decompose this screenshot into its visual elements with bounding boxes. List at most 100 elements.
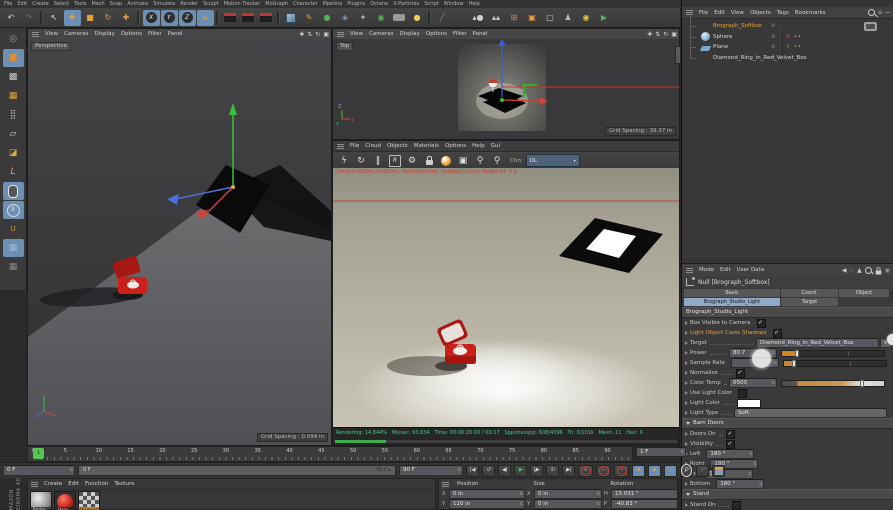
panel-menu-icon[interactable] bbox=[31, 481, 38, 487]
layer-dots[interactable]: •• bbox=[794, 34, 802, 40]
visibility-toggles[interactable]: ⊘ : bbox=[771, 23, 781, 29]
reset-render-icon[interactable]: R bbox=[387, 153, 403, 168]
lock-resolution-icon[interactable] bbox=[421, 153, 437, 168]
axis-origin[interactable] bbox=[231, 185, 235, 189]
visibility-checkbox[interactable] bbox=[726, 439, 735, 449]
workplane-mode-icon[interactable]: ▦ bbox=[3, 87, 24, 105]
search-icon[interactable] bbox=[868, 9, 876, 16]
add-spline-icon[interactable]: ✦ bbox=[355, 10, 372, 26]
expand-icon[interactable] bbox=[685, 391, 688, 395]
home-icon[interactable]: ⌂ bbox=[878, 9, 882, 16]
object-manager-menu-item[interactable]: Bookmarks bbox=[795, 10, 826, 16]
material-menu-item[interactable]: Texture bbox=[114, 481, 134, 487]
viewport-menu-item[interactable]: Cameras bbox=[64, 31, 88, 37]
play-backwards-button[interactable]: ↺ bbox=[482, 464, 495, 477]
menu-item[interactable]: Mesh bbox=[91, 1, 104, 7]
character-tool-icon[interactable]: ♟ bbox=[560, 10, 577, 26]
keyframe-selection-button[interactable]: ? bbox=[614, 464, 629, 477]
panel-menu-icon[interactable] bbox=[337, 31, 344, 37]
minimize-icon[interactable]: − bbox=[885, 9, 890, 16]
end-frame-field[interactable]: 90 F bbox=[399, 465, 463, 476]
rotation-field[interactable]: -40.83 ° bbox=[611, 499, 677, 509]
goto-end-button[interactable]: ▶| bbox=[562, 464, 575, 477]
doors-on-checkbox[interactable] bbox=[726, 429, 735, 439]
attribute-tab[interactable]: Object bbox=[839, 289, 889, 297]
live-viewer-menu-item[interactable]: Gui bbox=[491, 143, 500, 149]
knife-tool-icon[interactable]: ╱ bbox=[434, 10, 451, 26]
pick-material-icon[interactable]: ⚲ bbox=[489, 153, 505, 168]
search-icon[interactable] bbox=[864, 266, 872, 274]
live-viewer-menu-item[interactable]: Help bbox=[472, 143, 485, 149]
restart-render-icon[interactable]: ↻ bbox=[353, 153, 369, 168]
pan-view-icon[interactable]: ✚ bbox=[299, 31, 304, 38]
viewport-mouse-icon[interactable] bbox=[2, 182, 24, 200]
barn-doors-section[interactable]: Barn Doors bbox=[682, 418, 893, 429]
menu-item[interactable]: Script bbox=[424, 1, 439, 7]
viewport-menu-item[interactable]: View bbox=[350, 31, 363, 37]
menu-item[interactable]: Simulate bbox=[153, 1, 175, 7]
render-settings-icon[interactable] bbox=[258, 10, 275, 26]
attribute-tab[interactable]: Coord. bbox=[781, 289, 838, 297]
polygons-mode-icon[interactable]: ◪ bbox=[3, 144, 24, 162]
lock-icon[interactable] bbox=[875, 266, 882, 274]
expand-icon[interactable] bbox=[685, 371, 688, 375]
target-link-field[interactable]: Diamond_Ring_in_Red_Velvet_Box bbox=[756, 338, 879, 348]
region-render-icon[interactable]: ▣ bbox=[455, 153, 471, 168]
pause-render-icon[interactable]: ‖ bbox=[370, 153, 386, 168]
attribute-menu-item[interactable]: Edit bbox=[720, 267, 731, 273]
object-icon[interactable] bbox=[701, 32, 710, 42]
viewport-menu-item[interactable]: Panel bbox=[473, 31, 488, 37]
menu-item[interactable]: Snap bbox=[110, 1, 123, 7]
timeline-playhead[interactable]: 1 bbox=[33, 448, 44, 459]
panel-menu-icon[interactable] bbox=[442, 481, 449, 487]
object-icon[interactable] bbox=[701, 54, 710, 62]
menu-item[interactable]: Select bbox=[54, 1, 69, 7]
power-slider[interactable] bbox=[781, 349, 885, 357]
freeze-transform-icon[interactable]: ◎ bbox=[3, 30, 24, 48]
preview-range-slider[interactable]: 0 F 90 F ▸ bbox=[78, 465, 396, 476]
visibility-toggles[interactable]: ⊘ : bbox=[771, 34, 781, 40]
points-mode-icon[interactable]: ⣿ bbox=[3, 106, 24, 124]
menu-item[interactable]: Tools bbox=[74, 1, 86, 7]
viewport-menu-item[interactable]: Options bbox=[426, 31, 447, 37]
enable-state-icon[interactable]: ✕ bbox=[786, 34, 791, 40]
group-tool-icon[interactable]: ▴▴ bbox=[488, 10, 505, 26]
axis-origin[interactable] bbox=[500, 98, 504, 102]
history-icon[interactable]: ◉ bbox=[885, 267, 890, 274]
zoom-view-icon[interactable]: ⇅ bbox=[307, 31, 312, 38]
separator[interactable] bbox=[428, 11, 431, 24]
viewport-menu-item[interactable]: Cameras bbox=[369, 31, 393, 37]
object-name[interactable]: Brograph_Softbox bbox=[713, 23, 762, 29]
attribute-menu-item[interactable]: Mode bbox=[699, 267, 714, 273]
sample-rate-slider[interactable] bbox=[782, 359, 887, 367]
loop-button[interactable]: ↻ bbox=[546, 464, 559, 477]
undo-icon[interactable]: ↶ bbox=[3, 10, 20, 26]
viewport-menu-item[interactable]: Display bbox=[400, 31, 420, 37]
object-icon[interactable] bbox=[701, 22, 710, 30]
object-icon[interactable] bbox=[699, 45, 712, 51]
separator[interactable] bbox=[216, 11, 219, 24]
add-deformer-icon[interactable]: ◈ bbox=[337, 10, 354, 26]
texture-mode-icon[interactable]: ▩ bbox=[3, 68, 24, 86]
live-viewer-menu-item[interactable]: Cloud bbox=[365, 143, 381, 149]
lock-x-axis-icon[interactable]: X bbox=[142, 9, 160, 26]
live-selection-icon[interactable]: ↖ bbox=[46, 10, 63, 26]
back-arrow-icon[interactable]: ◀ bbox=[842, 267, 847, 274]
normalize-checkbox[interactable] bbox=[736, 368, 745, 378]
color-temp-slider[interactable] bbox=[781, 379, 885, 387]
add-camera-icon[interactable] bbox=[391, 10, 408, 26]
object-manager-menu-item[interactable]: Objects bbox=[750, 10, 771, 16]
expand-icon[interactable] bbox=[685, 432, 688, 436]
octane-object-tag[interactable] bbox=[864, 22, 877, 31]
panel-menu-icon[interactable] bbox=[337, 143, 344, 149]
material-thumbnail[interactable]: Backg... bbox=[30, 491, 52, 510]
material-thumbnail[interactable]: Base... bbox=[54, 491, 76, 510]
viewport-menu-item[interactable]: Panel bbox=[168, 31, 183, 37]
settings-gear-icon[interactable]: ⚙ bbox=[404, 153, 420, 168]
play-primitive-icon[interactable]: ▶ bbox=[596, 10, 613, 26]
viewport-menu-item[interactable]: View bbox=[45, 31, 58, 37]
snap-toggle-icon[interactable]: S bbox=[2, 201, 24, 219]
visibility-toggles[interactable]: ⊘ : bbox=[771, 44, 781, 50]
object-row[interactable]: Diamond_Ring_in_Red_Velvet_Box ⊘ : bbox=[682, 47, 893, 64]
pan-view-icon[interactable]: ✚ bbox=[647, 31, 652, 38]
